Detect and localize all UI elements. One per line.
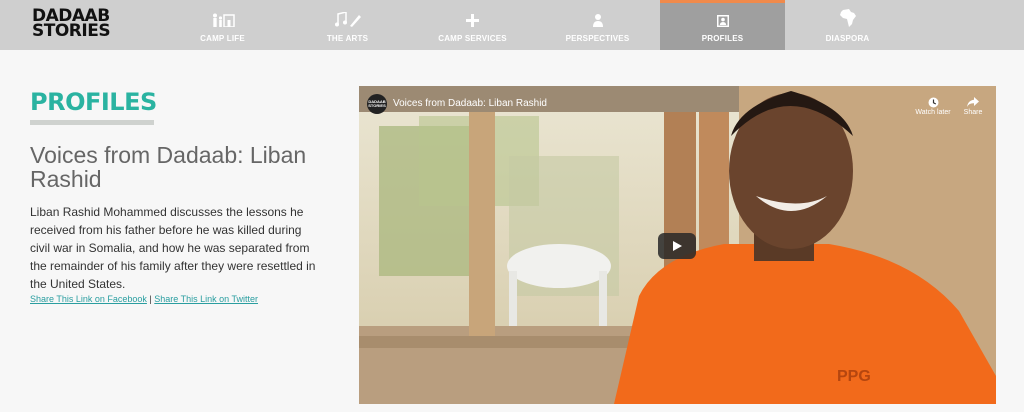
africa-map-icon [839, 0, 856, 28]
nav-label: THE ARTS [326, 34, 369, 43]
story-description: Liban Rashid Mohammed discusses the less… [30, 205, 316, 291]
logo-line-2: STORIES [32, 21, 111, 41]
nav-item-perspectives[interactable]: PERSPECTIVES [535, 0, 660, 50]
person-icon [592, 0, 603, 28]
share-arrow-icon [953, 95, 993, 109]
nav-item-camp-services[interactable]: CAMP SERVICES [410, 0, 535, 50]
clock-icon [913, 95, 953, 109]
section-title: PROFILES [30, 88, 157, 116]
section-underline [30, 120, 154, 125]
story-intro: PROFILES Voices from Dadaab: Liban Rashi… [30, 88, 330, 304]
nav-item-the-arts[interactable]: THE ARTS [285, 0, 410, 50]
share-button[interactable]: Share [953, 95, 993, 116]
nav-label: DIASPORA [825, 34, 870, 43]
share-separator: | [149, 294, 152, 304]
nav-label: PROFILES [701, 34, 744, 43]
nav-item-diaspora[interactable]: DIASPORA [785, 0, 910, 50]
shirt-print: PPG [837, 368, 871, 385]
watch-later-label: Watch later [915, 109, 951, 116]
channel-logo[interactable]: DADAAB STORIES [367, 94, 387, 114]
music-pen-icon [334, 0, 361, 28]
story-title: Voices from Dadaab: Liban Rashid [30, 142, 307, 192]
share-links: Share This Link on Facebook | Share This… [30, 294, 330, 304]
share-label: Share [963, 109, 983, 116]
video-player[interactable]: DADAAB STORIES Voices from Dadaab: Liban… [359, 86, 996, 404]
play-icon [673, 241, 682, 251]
watch-later-button[interactable]: Watch later [913, 95, 953, 116]
plus-icon [466, 0, 479, 28]
share-facebook-link[interactable]: Share This Link on Facebook [30, 294, 147, 304]
nav-label: CAMP LIFE [200, 34, 245, 43]
family-icon [211, 0, 235, 28]
video-title[interactable]: Voices from Dadaab: Liban Rashid [393, 98, 547, 109]
site-logo[interactable]: DADAAB STORIES [32, 8, 122, 41]
main-nav: CAMP LIFE THE ARTS CAMP SERVICES PERSPEC… [160, 0, 910, 50]
share-twitter-link[interactable]: Share This Link on Twitter [154, 294, 258, 304]
nav-label: PERSPECTIVES [565, 34, 630, 43]
top-navigation-bar: DADAAB STORIES CAMP LIFE THE ARTS CAMP S… [0, 0, 1024, 50]
profile-card-icon [716, 3, 729, 28]
nav-item-camp-life[interactable]: CAMP LIFE [160, 0, 285, 50]
nav-item-profiles[interactable]: PROFILES [660, 0, 785, 50]
play-button[interactable] [658, 233, 696, 259]
nav-label: CAMP SERVICES [438, 34, 507, 43]
